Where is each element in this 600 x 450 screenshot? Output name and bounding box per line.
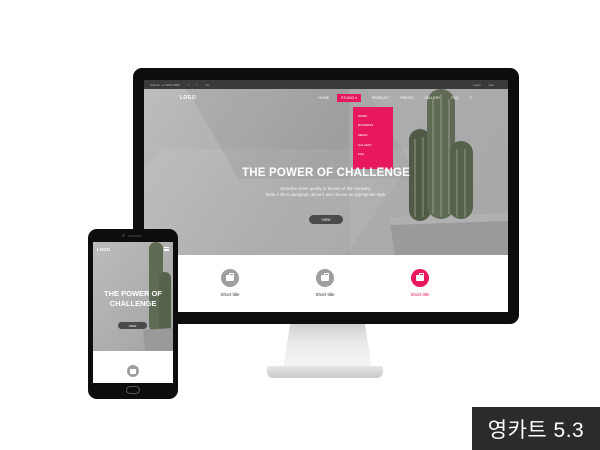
camera-icon bbox=[122, 234, 125, 237]
product-badge: 영카트 5.3 bbox=[472, 407, 600, 450]
dropdown-item-faq[interactable]: FAQ bbox=[353, 149, 393, 159]
hamburger-menu-icon[interactable] bbox=[164, 247, 169, 251]
feature-title: Short title bbox=[220, 292, 240, 297]
mobile-hero: LOGO THE POWER OF CHALLENGE VIEW bbox=[93, 242, 173, 351]
nav-item-studio[interactable]: STUDIO ▾ bbox=[337, 94, 361, 102]
dropdown-item-media[interactable]: MEDIA bbox=[353, 130, 393, 140]
features-section: Short title Short title Short title bbox=[144, 255, 508, 312]
search-icon[interactable]: ⚲ bbox=[469, 96, 472, 100]
dropdown-item-work[interactable]: WORK bbox=[353, 111, 393, 121]
nav-dropdown-menu: WORK BUSINESS MEDIA GALLERY FAQ bbox=[353, 107, 393, 169]
nav-item-prices[interactable]: PRICES bbox=[400, 96, 413, 100]
feature-item[interactable]: Short title bbox=[400, 269, 440, 297]
mobile-title-line: CHALLENGE bbox=[109, 299, 157, 308]
desktop-monitor: Call Us: +1 0000 0000 f t G+ Login Join bbox=[133, 68, 519, 324]
feature-item[interactable]: Short title bbox=[305, 269, 345, 297]
main-navbar: LOGO HOME STUDIO ▾ PRODUCT PRICES GALLER… bbox=[144, 89, 508, 107]
mobile-screen: LOGO THE POWER OF CHALLENGE VIEW bbox=[93, 242, 173, 383]
dropdown-item-gallery[interactable]: GALLERY bbox=[353, 140, 393, 150]
monitor-stand-neck bbox=[283, 324, 372, 368]
briefcase-icon[interactable] bbox=[127, 365, 139, 377]
product-showcase: Call Us: +1 0000 0000 f t G+ Login Join bbox=[0, 0, 600, 450]
monitor-stand-base bbox=[267, 366, 383, 378]
site-logo[interactable]: LOGO bbox=[180, 95, 196, 101]
mobile-phone: LOGO THE POWER OF CHALLENGE VIEW bbox=[88, 229, 178, 399]
nav-item-faq[interactable]: FAQ bbox=[451, 96, 458, 100]
nav-item-home[interactable]: HOME bbox=[319, 96, 330, 100]
briefcase-icon bbox=[316, 269, 334, 287]
contact-text: Call Us: +1 0000 0000 bbox=[150, 82, 180, 87]
feature-title: Short title bbox=[315, 292, 335, 297]
hero-title: THE POWER OF CHALLENGE bbox=[242, 167, 410, 179]
briefcase-icon bbox=[221, 269, 239, 287]
nav-item-gallery[interactable]: GALLERY bbox=[424, 96, 440, 100]
feature-item[interactable]: Short title bbox=[210, 269, 250, 297]
hero-section: LOGO HOME STUDIO ▾ PRODUCT PRICES GALLER… bbox=[144, 89, 508, 255]
dropdown-item-business[interactable]: BUSINESS bbox=[353, 121, 393, 131]
mobile-view-button[interactable]: VIEW bbox=[118, 322, 147, 329]
google-plus-icon[interactable]: G+ bbox=[205, 83, 209, 87]
mobile-logo[interactable]: LOGO bbox=[97, 247, 110, 252]
speaker-grille bbox=[128, 235, 142, 237]
briefcase-icon bbox=[411, 269, 429, 287]
hero-description: Describe some quality or feature of the … bbox=[144, 186, 508, 198]
desktop-screen: Call Us: +1 0000 0000 f t G+ Login Join bbox=[144, 80, 508, 312]
home-button[interactable] bbox=[126, 386, 140, 394]
facebook-icon[interactable]: f bbox=[188, 83, 189, 87]
nav-item-product[interactable]: PRODUCT bbox=[372, 96, 389, 100]
mobile-hero-title: THE POWER OF CHALLENGE bbox=[93, 289, 173, 309]
login-link[interactable]: Login bbox=[473, 83, 480, 87]
mobile-title-line: THE POWER OF bbox=[104, 289, 162, 298]
join-link[interactable]: Join bbox=[488, 83, 494, 87]
view-button[interactable]: VIEW bbox=[309, 215, 343, 224]
hero-desc-line: Write a short paragraph about it and cho… bbox=[265, 192, 387, 197]
top-info-bar: Call Us: +1 0000 0000 f t G+ Login Join bbox=[144, 80, 508, 89]
main-nav: HOME STUDIO ▾ PRODUCT PRICES GALLERY FAQ… bbox=[308, 94, 472, 102]
feature-title: Short title bbox=[410, 292, 430, 297]
twitter-icon[interactable]: t bbox=[197, 83, 198, 87]
